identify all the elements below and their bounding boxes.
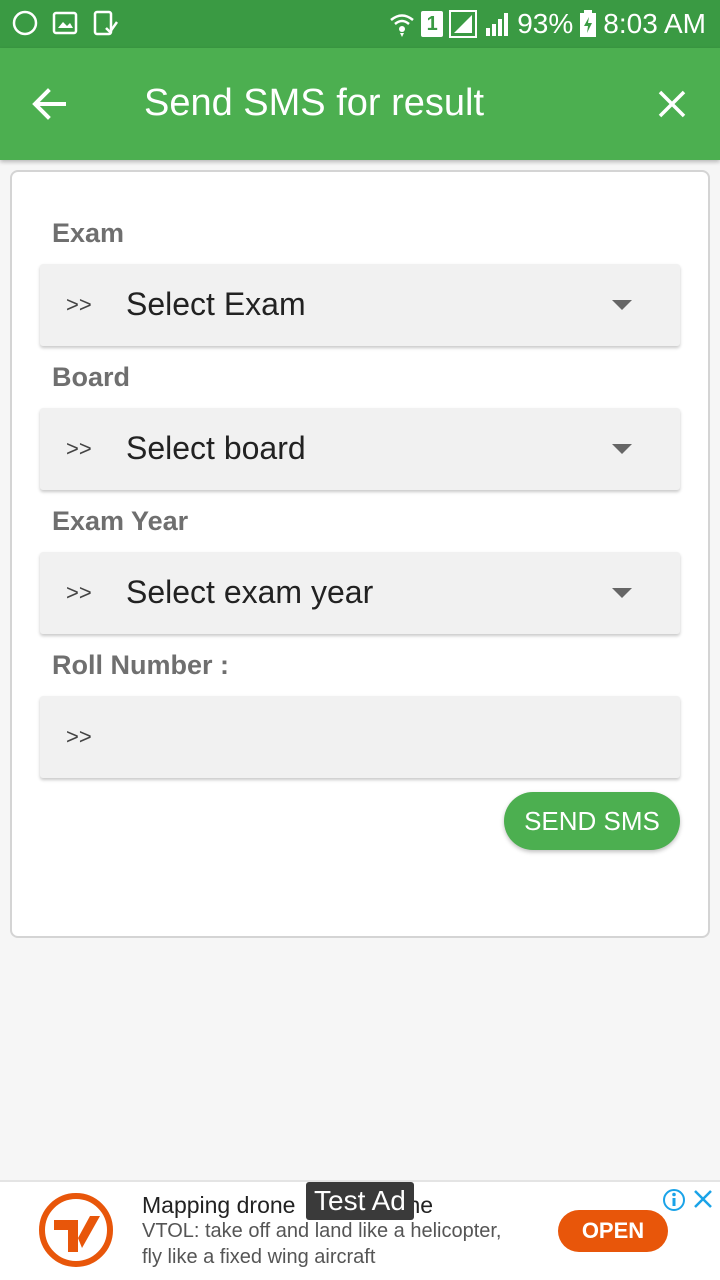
moon-icon (12, 10, 38, 36)
gallery-icon (52, 11, 78, 35)
wifi-icon (390, 14, 415, 37)
roll-number-input[interactable]: >> (40, 696, 680, 778)
page-title: Send SMS for result (144, 82, 485, 124)
ad-open-button[interactable]: OPEN (558, 1210, 668, 1252)
field-prefix: >> (66, 436, 92, 461)
field-prefix: >> (66, 580, 92, 605)
roll-number-label: Roll Number : (52, 650, 230, 680)
exam-label: Exam (52, 218, 125, 248)
field-prefix: >> (66, 724, 92, 749)
clock: 8:03 AM (603, 8, 706, 39)
battery-percent: 93% (517, 8, 574, 39)
exam-select[interactable]: >> Select Exam (40, 264, 680, 346)
exam-year-select-value: Select exam year (126, 574, 374, 610)
board-label: Board (52, 362, 131, 392)
sim-badge: 1 (421, 11, 444, 37)
close-icon[interactable] (654, 86, 690, 122)
board-select[interactable]: >> Select board (40, 408, 680, 490)
exam-year-label: Exam Year (52, 506, 189, 536)
send-sms-button[interactable]: SEND SMS (504, 792, 680, 850)
device-icon (93, 10, 118, 36)
exam-select-value: Select Exam (126, 286, 306, 322)
signal-icon (449, 10, 478, 38)
dropdown-arrow-icon (612, 444, 632, 454)
app-bar: Send SMS for result (0, 48, 720, 160)
dropdown-arrow-icon (612, 588, 632, 598)
form-card: Exam >> Select Exam Board >> Select boar… (10, 170, 710, 938)
test-ad-label: Test Ad (306, 1182, 414, 1220)
field-prefix: >> (66, 292, 92, 317)
exam-year-select[interactable]: >> Select exam year (40, 552, 680, 634)
drone-logo-icon (39, 1193, 113, 1267)
ad-description: VTOL: take off and land like a helicopte… (142, 1220, 502, 1268)
info-icon[interactable] (662, 1188, 686, 1212)
board-select-value: Select board (126, 430, 306, 466)
ad-close-icon[interactable] (692, 1188, 714, 1210)
battery-icon (580, 10, 597, 37)
signal-icon (486, 13, 509, 36)
dropdown-arrow-icon (612, 300, 632, 310)
back-arrow-icon[interactable] (28, 82, 72, 126)
status-bar: 1 93% 8:03 AM (0, 0, 720, 48)
